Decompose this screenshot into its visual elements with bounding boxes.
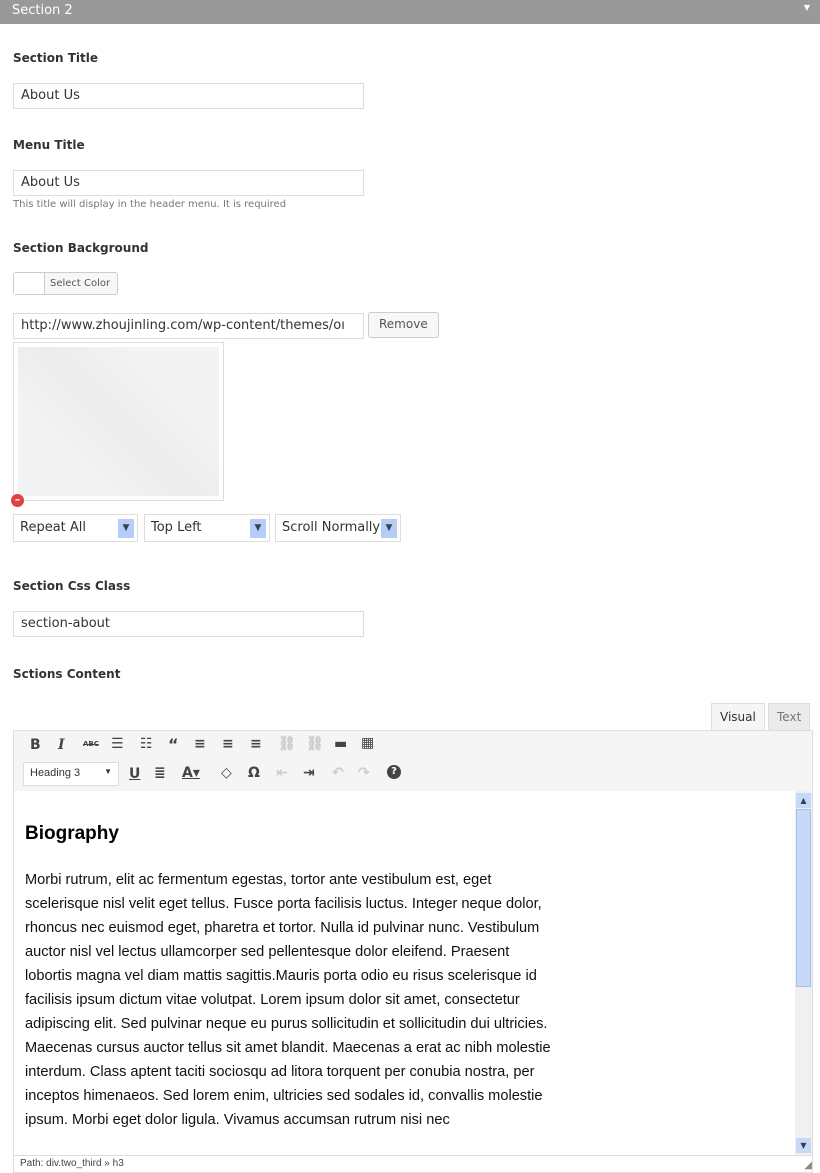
indent-icon[interactable]: ⇥ <box>303 765 315 781</box>
repeat-select[interactable]: Repeat All ▼ <box>13 514 138 542</box>
collapse-arrow-icon[interactable]: ▼ <box>804 3 810 12</box>
repeat-value: Repeat All <box>20 520 87 535</box>
editor-toolbar: B I ABC ☰ ☷ “ ≡ ≡ ≡ ⛓ ⛓ ▬ ▦ Heading 3 ▼ U… <box>13 730 813 792</box>
menu-title-input[interactable]: About Us <box>13 170 364 196</box>
scroll-up-icon[interactable]: ▲ <box>796 793 811 808</box>
underline-icon[interactable]: U <box>129 766 140 782</box>
bold-icon[interactable]: B <box>30 737 41 753</box>
toolbar-toggle-icon[interactable]: ▦ <box>361 735 374 751</box>
chevron-down-icon: ▼ <box>118 519 134 538</box>
tab-text[interactable]: Text <box>768 703 811 730</box>
content-paragraph: Morbi rutrum, elit ac fermentum egestas,… <box>25 872 551 1128</box>
position-select[interactable]: Top Left ▼ <box>144 514 270 542</box>
remove-image-icon[interactable]: – <box>11 494 24 507</box>
section-title-input[interactable]: About Us <box>13 83 364 109</box>
section-header[interactable]: Section 2 ▼ <box>0 0 820 24</box>
select-color-button[interactable]: Select Color <box>13 272 118 295</box>
paste-text-icon[interactable]: ◇ <box>221 765 232 781</box>
background-preview <box>13 342 224 501</box>
bullet-list-icon[interactable]: ☰ <box>111 736 124 752</box>
blockquote-icon[interactable]: “ <box>168 735 179 754</box>
justify-icon[interactable]: ≣ <box>154 765 166 781</box>
align-left-icon[interactable]: ≡ <box>194 736 206 752</box>
editor-content[interactable]: Biography Morbi rutrum, elit ac fermentu… <box>13 791 813 1156</box>
unlink-icon[interactable]: ⛓ <box>306 736 324 752</box>
section-title-label: Section Title <box>13 51 98 65</box>
scroll-down-icon[interactable]: ▼ <box>796 1138 811 1153</box>
background-label: Section Background <box>13 241 149 255</box>
dropdown-arrow-icon: ▼ <box>104 767 112 776</box>
resize-handle-icon[interactable]: ◢ <box>804 1160 812 1171</box>
link-icon[interactable]: ⛓ <box>278 736 296 752</box>
align-right-icon[interactable]: ≡ <box>250 736 262 752</box>
css-class-input[interactable]: section-about <box>13 611 364 637</box>
menu-title-hint: This title will display in the header me… <box>13 199 287 210</box>
remove-button[interactable]: Remove <box>368 312 439 338</box>
css-class-label: Section Css Class <box>13 579 131 593</box>
format-value: Heading 3 <box>30 767 81 779</box>
outdent-icon[interactable]: ⇤ <box>276 765 288 781</box>
select-color-label: Select Color <box>50 278 111 289</box>
chevron-down-icon: ▼ <box>381 519 397 538</box>
redo-icon[interactable]: ↷ <box>358 765 370 781</box>
editor-scrollbar[interactable]: ▲ ▼ <box>795 791 812 1155</box>
section-title: Section 2 <box>12 3 73 18</box>
scrollbar-thumb[interactable] <box>796 809 811 987</box>
content-label: Sctions Content <box>13 667 121 681</box>
chevron-down-icon: ▼ <box>250 519 266 538</box>
more-tag-icon[interactable]: ▬ <box>334 736 347 752</box>
tab-visual[interactable]: Visual <box>711 703 765 730</box>
numbered-list-icon[interactable]: ☷ <box>140 736 153 752</box>
attachment-select[interactable]: Scroll Normally ▼ <box>275 514 401 542</box>
align-center-icon[interactable]: ≡ <box>222 736 234 752</box>
help-icon[interactable]: ? <box>387 765 401 779</box>
editor-path: Path: div.two_third » h3 <box>13 1155 813 1173</box>
text-color-icon[interactable]: A▾ <box>182 765 200 781</box>
special-character-icon[interactable]: Ω <box>248 765 260 781</box>
italic-icon[interactable]: I <box>58 737 65 753</box>
menu-title-label: Menu Title <box>13 138 85 152</box>
attachment-value: Scroll Normally <box>282 520 381 535</box>
format-select[interactable]: Heading 3 ▼ <box>23 762 119 786</box>
background-url-input[interactable]: http://www.zhoujinling.com/wp-content/th… <box>13 313 364 339</box>
content-heading: Biography <box>25 823 119 844</box>
position-value: Top Left <box>151 520 202 535</box>
color-swatch <box>14 273 45 294</box>
strikethrough-icon[interactable]: ABC <box>83 740 99 748</box>
undo-icon[interactable]: ↶ <box>332 765 344 781</box>
